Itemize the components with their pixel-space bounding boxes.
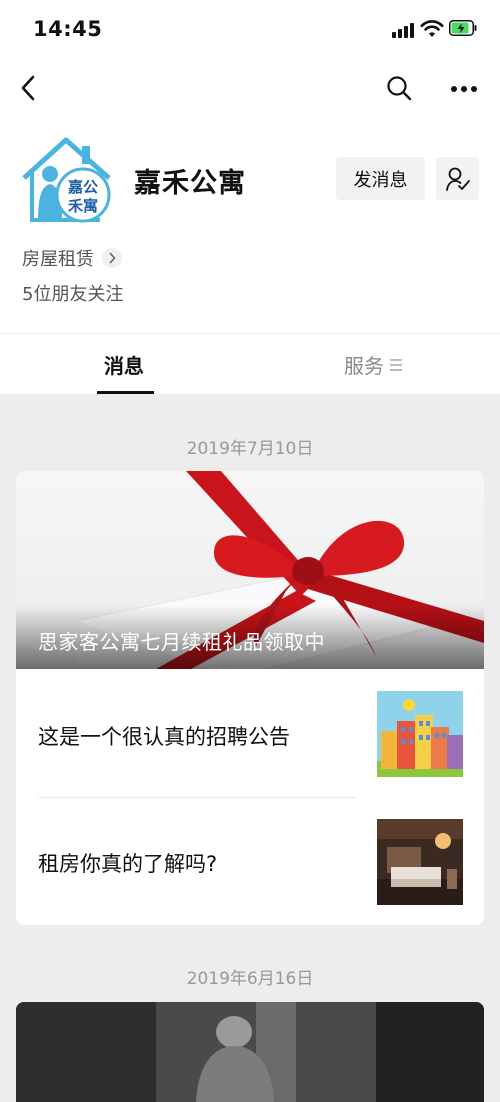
user-check-icon xyxy=(445,167,470,191)
divider xyxy=(0,333,500,334)
article-title: 租房你真的了解吗? xyxy=(38,852,218,876)
category-label: 房屋租赁 xyxy=(22,249,94,270)
article-cover-image xyxy=(16,1002,484,1102)
feed-date: 2019年7月10日 xyxy=(186,439,314,459)
article-thumbnail-buildings xyxy=(377,691,463,777)
hero-article[interactable]: 思家客公寓七月续租礼品领取中 xyxy=(16,471,484,669)
search-icon[interactable] xyxy=(386,75,412,101)
account-logo: 嘉公 禾寓 xyxy=(22,137,111,223)
article-thumbnail-bedroom xyxy=(377,819,463,905)
menu-icon xyxy=(390,358,402,371)
follow-user-button[interactable] xyxy=(436,157,479,200)
tab-services[interactable]: 服务 xyxy=(344,350,402,379)
article-card: 思家客公寓七月续租礼品领取中 这是一个很认真的招聘公告 租房你真的了解吗? xyxy=(16,471,484,925)
svg-text:禾寓: 禾寓 xyxy=(68,197,98,215)
send-message-button[interactable]: 发消息 xyxy=(336,157,425,200)
article-card[interactable] xyxy=(16,1002,484,1102)
tab-messages[interactable]: 消息 xyxy=(104,350,144,379)
svg-text:嘉公: 嘉公 xyxy=(67,178,98,196)
tab-services-label: 服务 xyxy=(344,354,384,378)
category-link[interactable]: 房屋租赁 xyxy=(22,245,122,271)
hero-article-title: 思家客公寓七月续租礼品领取中 xyxy=(38,630,325,654)
active-tab-indicator xyxy=(97,391,154,394)
account-name: 嘉禾公寓 xyxy=(134,168,246,199)
back-icon[interactable] xyxy=(18,74,42,102)
followers-count[interactable]: 5位朋友关注 xyxy=(22,280,123,306)
article-title: 这是一个很认真的招聘公告 xyxy=(38,725,290,749)
status-time: 14:45 xyxy=(33,17,103,41)
cellular-signal-icon xyxy=(392,22,418,38)
battery-charging-icon xyxy=(449,20,477,36)
feed-date: 2019年6月16日 xyxy=(186,969,314,989)
more-options-icon[interactable] xyxy=(450,85,478,93)
chevron-right-icon xyxy=(102,248,122,268)
wifi-icon xyxy=(420,20,444,37)
item-divider xyxy=(38,797,356,798)
